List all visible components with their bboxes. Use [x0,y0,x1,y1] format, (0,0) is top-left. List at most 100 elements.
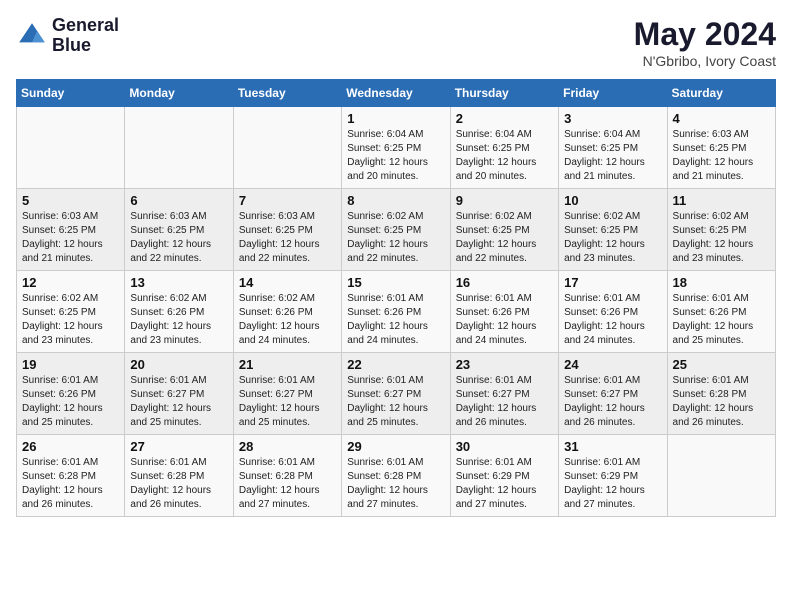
logo-line1: General [52,16,119,36]
calendar-cell: 13Sunrise: 6:02 AM Sunset: 6:26 PM Dayli… [125,271,233,353]
calendar-table: SundayMondayTuesdayWednesdayThursdayFrid… [16,79,776,517]
day-number: 18 [673,275,770,290]
day-number: 9 [456,193,553,208]
calendar-cell: 1Sunrise: 6:04 AM Sunset: 6:25 PM Daylig… [342,107,450,189]
calendar-cell: 8 Sunrise: 6:02 AM Sunset: 6:25 PM Daylig… [342,189,450,271]
calendar-cell: 23 Sunrise: 6:01 AM Sunset: 6:27 PM Dayli… [450,353,558,435]
weekday-header-sunday: Sunday [17,80,125,107]
calendar-cell [233,107,341,189]
calendar-cell [125,107,233,189]
calendar-body: 1 Sunrise: 6:04 AM Sunset: 6:25 PM Daylig… [17,107,776,517]
calendar-cell: 20 Sunrise: 6:01 AM Sunset: 6:27 PM Dayli… [125,353,233,435]
day-info: Sunrise: 6:01 AM Sunset: 6:26 PM Dayligh… [347,292,444,348]
day-info: Sunrise: 6:04 AM Sunset: 6:25 PM Dayligh… [456,128,553,184]
day-info: Sunrise: 6:01 AM Sunset: 6:29 PM Dayligh… [456,456,553,512]
day-number: 29 [347,439,444,454]
day-info: Sunrise: 6:02 AM Sunset: 6:25 PM Dayligh… [347,210,444,266]
calendar-cell: 12Sunrise: 6:02 AM Sunset: 6:25 PM Dayli… [17,271,125,353]
calendar-cell [17,107,125,189]
day-info: Sunrise: 6:02 AM Sunset: 6:25 PM Dayligh… [456,210,553,266]
day-number: 23 [456,357,553,372]
day-number: 8 [347,193,444,208]
day-info: Sunrise: 6:01 AM Sunset: 6:27 PM Dayligh… [239,374,336,430]
day-info: Sunrise: 6:01 AM Sunset: 6:28 PM Dayligh… [347,456,444,512]
day-number: 22 [347,357,444,372]
calendar-cell: 6Sunrise: 6:03 AM Sunset: 6:25 PM Daylig… [125,189,233,271]
day-number: 1 [347,111,444,126]
day-info: Sunrise: 6:01 AM Sunset: 6:28 PM Dayligh… [239,456,336,512]
day-info: Sunrise: 6:02 AM Sunset: 6:25 PM Dayligh… [564,210,661,266]
day-number: 26 [22,439,119,454]
day-info: Sunrise: 6:01 AM Sunset: 6:26 PM Dayligh… [564,292,661,348]
day-number: 7 [239,193,336,208]
day-info: Sunrise: 6:03 AM Sunset: 6:25 PM Dayligh… [130,210,227,266]
page-header: General Blue May 2024 N'Gbribo, Ivory Co… [16,16,776,69]
calendar-week-4: 19 Sunrise: 6:01 AM Sunset: 6:26 PM Dayli… [17,353,776,435]
day-number: 24 [564,357,661,372]
day-number: 3 [564,111,661,126]
calendar-cell: 17 Sunrise: 6:01 AM Sunset: 6:26 PM Dayli… [559,271,667,353]
month-year: May 2024 [634,16,776,53]
calendar-week-2: 5 Sunrise: 6:03 AM Sunset: 6:25 PM Daylig… [17,189,776,271]
day-number: 16 [456,275,553,290]
day-info: Sunrise: 6:01 AM Sunset: 6:26 PM Dayligh… [456,292,553,348]
calendar-cell: 28 Sunrise: 6:01 AM Sunset: 6:28 PM Dayli… [233,435,341,517]
calendar-cell: 24 Sunrise: 6:01 AM Sunset: 6:27 PM Dayli… [559,353,667,435]
calendar-cell: 9 Sunrise: 6:02 AM Sunset: 6:25 PM Daylig… [450,189,558,271]
title-block: May 2024 N'Gbribo, Ivory Coast [634,16,776,69]
calendar-cell: 14Sunrise: 6:02 AM Sunset: 6:26 PM Dayli… [233,271,341,353]
day-info: Sunrise: 6:01 AM Sunset: 6:26 PM Dayligh… [673,292,770,348]
calendar-cell: 16 Sunrise: 6:01 AM Sunset: 6:26 PM Dayli… [450,271,558,353]
calendar-cell: 21 Sunrise: 6:01 AM Sunset: 6:27 PM Dayli… [233,353,341,435]
logo-icon [16,20,48,52]
day-info: Sunrise: 6:01 AM Sunset: 6:27 PM Dayligh… [564,374,661,430]
weekday-header-tuesday: Tuesday [233,80,341,107]
day-info: Sunrise: 6:01 AM Sunset: 6:28 PM Dayligh… [673,374,770,430]
day-info: Sunrise: 6:01 AM Sunset: 6:27 PM Dayligh… [130,374,227,430]
day-number: 17 [564,275,661,290]
weekday-header-saturday: Saturday [667,80,775,107]
calendar-cell: 29 Sunrise: 6:01 AM Sunset: 6:28 PM Dayli… [342,435,450,517]
day-info: Sunrise: 6:01 AM Sunset: 6:26 PM Dayligh… [22,374,119,430]
calendar-week-3: 12Sunrise: 6:02 AM Sunset: 6:25 PM Dayli… [17,271,776,353]
calendar-cell: 19 Sunrise: 6:01 AM Sunset: 6:26 PM Dayli… [17,353,125,435]
day-info: Sunrise: 6:01 AM Sunset: 6:29 PM Dayligh… [564,456,661,512]
day-info: Sunrise: 6:04 AM Sunset: 6:25 PM Dayligh… [564,128,661,184]
day-number: 25 [673,357,770,372]
calendar-cell: 27Sunrise: 6:01 AM Sunset: 6:28 PM Dayli… [125,435,233,517]
calendar-cell: 30 Sunrise: 6:01 AM Sunset: 6:29 PM Dayli… [450,435,558,517]
day-info: Sunrise: 6:03 AM Sunset: 6:25 PM Dayligh… [22,210,119,266]
calendar-cell: 11Sunrise: 6:02 AM Sunset: 6:25 PM Dayli… [667,189,775,271]
day-number: 15 [347,275,444,290]
day-number: 11 [673,193,770,208]
day-info: Sunrise: 6:01 AM Sunset: 6:27 PM Dayligh… [456,374,553,430]
day-number: 19 [22,357,119,372]
weekday-header-friday: Friday [559,80,667,107]
calendar-cell [667,435,775,517]
calendar-cell: 5 Sunrise: 6:03 AM Sunset: 6:25 PM Daylig… [17,189,125,271]
calendar-cell: 31Sunrise: 6:01 AM Sunset: 6:29 PM Dayli… [559,435,667,517]
day-number: 5 [22,193,119,208]
logo: General Blue [16,16,119,56]
day-number: 28 [239,439,336,454]
calendar-cell: 15 Sunrise: 6:01 AM Sunset: 6:26 PM Dayli… [342,271,450,353]
weekday-header-monday: Monday [125,80,233,107]
day-info: Sunrise: 6:02 AM Sunset: 6:25 PM Dayligh… [22,292,119,348]
day-number: 30 [456,439,553,454]
calendar-cell: 26 Sunrise: 6:01 AM Sunset: 6:28 PM Dayli… [17,435,125,517]
calendar-cell: 4Sunrise: 6:03 AM Sunset: 6:25 PM Daylig… [667,107,775,189]
day-number: 21 [239,357,336,372]
weekday-header-thursday: Thursday [450,80,558,107]
calendar-cell: 7Sunrise: 6:03 AM Sunset: 6:25 PM Daylig… [233,189,341,271]
day-number: 2 [456,111,553,126]
day-info: Sunrise: 6:01 AM Sunset: 6:28 PM Dayligh… [130,456,227,512]
day-info: Sunrise: 6:02 AM Sunset: 6:26 PM Dayligh… [130,292,227,348]
day-number: 4 [673,111,770,126]
day-info: Sunrise: 6:02 AM Sunset: 6:26 PM Dayligh… [239,292,336,348]
calendar-cell: 10Sunrise: 6:02 AM Sunset: 6:25 PM Dayli… [559,189,667,271]
calendar-cell: 18 Sunrise: 6:01 AM Sunset: 6:26 PM Dayli… [667,271,775,353]
calendar-cell: 3 Sunrise: 6:04 AM Sunset: 6:25 PM Daylig… [559,107,667,189]
day-number: 20 [130,357,227,372]
calendar-week-1: 1 Sunrise: 6:04 AM Sunset: 6:25 PM Daylig… [17,107,776,189]
day-info: Sunrise: 6:01 AM Sunset: 6:28 PM Dayligh… [22,456,119,512]
